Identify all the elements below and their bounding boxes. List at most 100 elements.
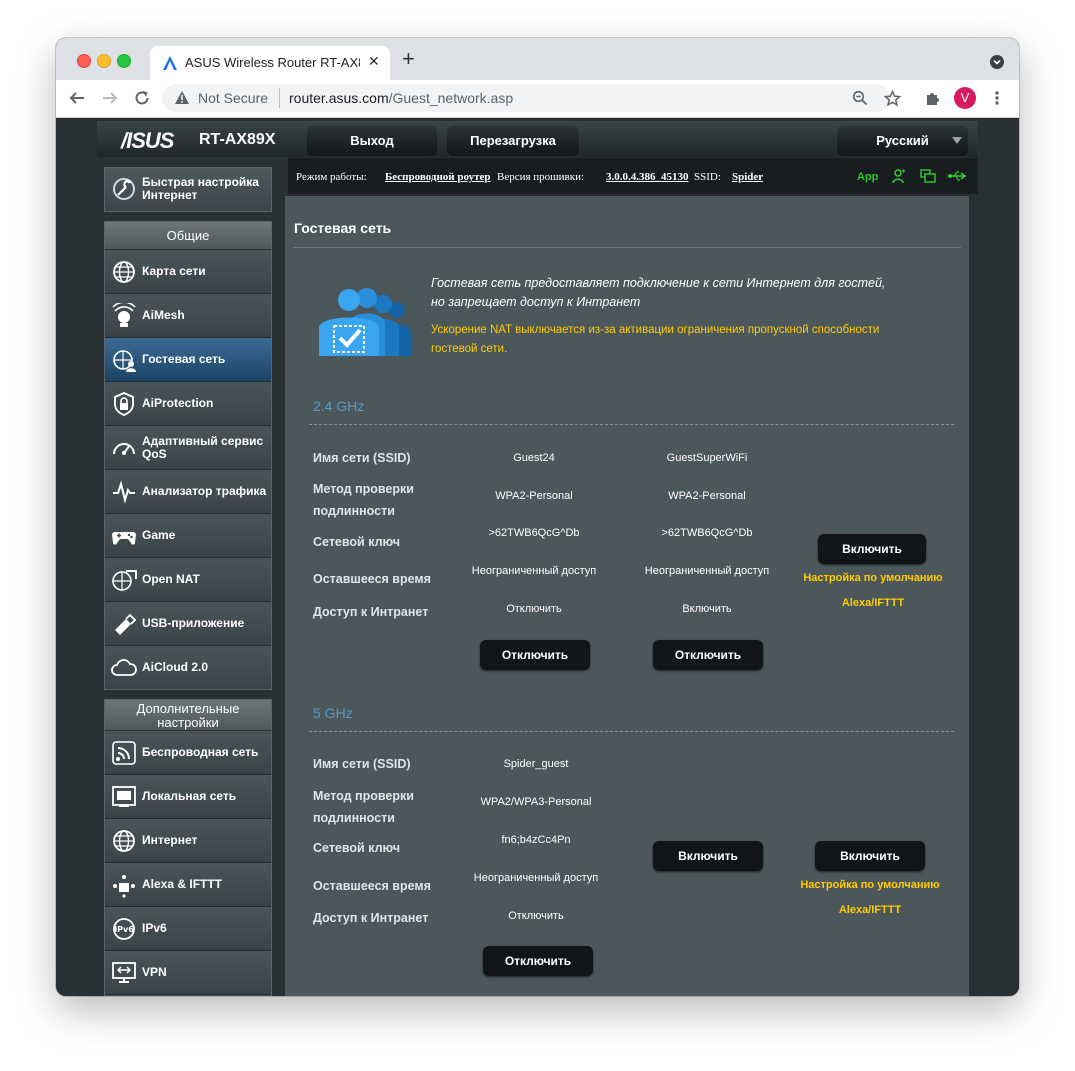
guest1-key: >62TWB6QcG^Db bbox=[488, 527, 580, 539]
logout-button[interactable]: Выход bbox=[307, 126, 437, 156]
sidebar-item-guest-network[interactable]: Гостевая сеть bbox=[105, 338, 271, 382]
band5-alexa-link[interactable]: Alexa/IFTTT bbox=[790, 904, 950, 916]
sidebar-item-vpn[interactable]: VPN bbox=[105, 951, 271, 995]
sidebar-item-lan[interactable]: Локальная сеть bbox=[105, 775, 271, 819]
sidebar-item-qos[interactable]: Адаптивный сервис QoS bbox=[105, 426, 271, 470]
sidebar-item-game[interactable]: Game bbox=[105, 514, 271, 558]
sidebar-item-network-map[interactable]: Карта сети bbox=[105, 250, 271, 294]
sidebar-item-label: VPN bbox=[142, 965, 167, 979]
vpn-icon bbox=[112, 962, 136, 983]
profile-avatar[interactable]: V bbox=[954, 87, 976, 109]
guest1-intranet: Отключить bbox=[506, 603, 562, 615]
sidebar-item-label: Анализатор трафика bbox=[142, 484, 267, 498]
guest1-ssid: Guest24 bbox=[513, 452, 555, 464]
forward-arrow-icon[interactable] bbox=[102, 90, 118, 106]
language-value: Русский bbox=[876, 133, 929, 148]
sidebar-item-usb-app[interactable]: USB-приложение bbox=[105, 602, 271, 646]
zoom-icon[interactable] bbox=[852, 90, 868, 106]
band5-default-link[interactable]: Настройка по умолчанию bbox=[790, 879, 950, 891]
guest2-disable-button[interactable]: Отключить bbox=[653, 640, 763, 670]
sidebar-item-traffic-analyzer[interactable]: Анализатор трафика bbox=[105, 470, 271, 514]
sidebar-item-wireless[interactable]: Беспроводная сеть bbox=[105, 731, 271, 775]
sidebar-item-ipv6[interactable]: IPv6 IPv6 bbox=[105, 907, 271, 951]
sidebar-item-open-nat[interactable]: Open NAT bbox=[105, 558, 271, 602]
traffic-icon bbox=[113, 480, 135, 504]
guest1-auth: WPA2-Personal bbox=[495, 490, 573, 502]
ssid-row-label: Имя сети (SSID) bbox=[313, 451, 411, 465]
language-select[interactable]: Русский bbox=[837, 126, 968, 156]
firmware-value-link[interactable]: 3.0.0.4.386_45130 bbox=[606, 171, 689, 183]
sidebar-item-aimesh[interactable]: AiMesh bbox=[105, 294, 271, 338]
gamepad-icon bbox=[112, 532, 136, 545]
close-window-button[interactable] bbox=[77, 54, 91, 68]
ssid-row-label-5g: Имя сети (SSID) bbox=[313, 757, 411, 771]
guest1-disable-button[interactable]: Отключить bbox=[480, 640, 590, 670]
sidebar-item-alexa-ifttt[interactable]: Alexa & IFTTT bbox=[105, 863, 271, 907]
quick-setup-item[interactable]: Быстрая настройка Интернет bbox=[104, 167, 272, 212]
firmware-label: Версия прошивки: bbox=[497, 171, 585, 183]
ipv6-icon: IPv6 bbox=[113, 918, 135, 940]
maximize-window-button[interactable] bbox=[117, 54, 131, 68]
reload-icon[interactable] bbox=[134, 90, 150, 106]
back-arrow-icon[interactable] bbox=[69, 90, 85, 106]
ssid-value-link[interactable]: Spider bbox=[732, 171, 763, 183]
browser-menu-icon[interactable] bbox=[994, 90, 1000, 106]
sidebar-item-label: Локальная сеть bbox=[142, 789, 237, 803]
network-devices-icon[interactable] bbox=[920, 169, 936, 184]
app-link[interactable]: App bbox=[857, 171, 878, 183]
browser-tab[interactable]: ASUS Wireless Router RT-AX89X ✕ bbox=[150, 46, 390, 80]
guest1-time: Неограниченный доступ bbox=[471, 565, 597, 577]
band-5-divider bbox=[309, 731, 954, 732]
tab-search-icon[interactable] bbox=[990, 55, 1004, 69]
intranet-row-label-5g: Доступ к Интранет bbox=[313, 911, 429, 925]
tab-close-icon[interactable]: ✕ bbox=[368, 53, 380, 70]
band24-default-link[interactable]: Настройка по умолчанию bbox=[793, 572, 953, 584]
auth-row-label-5g: Метод проверки подлинности bbox=[313, 789, 414, 825]
guest2-key: >62TWB6QcG^Db bbox=[661, 527, 753, 539]
wizard-wrench-icon bbox=[113, 178, 135, 200]
band24-enable-button[interactable]: Включить bbox=[818, 534, 926, 564]
sidebar-item-internet[interactable]: Интернет bbox=[105, 819, 271, 863]
usb-status-icon[interactable] bbox=[947, 170, 967, 182]
sidebar-item-label: Интернет bbox=[142, 833, 198, 847]
band5-enable-button-1[interactable]: Включить bbox=[653, 841, 763, 871]
status-bar: Режим работы: Беспроводной роутер Версия… bbox=[288, 158, 978, 194]
mode-value-link[interactable]: Беспроводной роутер bbox=[385, 171, 491, 183]
band24-alexa-link[interactable]: Alexa/IFTTT bbox=[793, 597, 953, 609]
router-page: /ISUS RT-AX89X Выход Перезагрузка Русски… bbox=[56, 118, 1019, 996]
title-divider bbox=[293, 247, 961, 248]
model-name: RT-AX89X bbox=[199, 131, 276, 148]
clients-person-icon[interactable] bbox=[892, 169, 906, 184]
new-tab-icon[interactable]: + bbox=[402, 48, 415, 70]
warning-triangle-icon bbox=[175, 91, 189, 104]
sidebar-item-more[interactable] bbox=[105, 995, 271, 996]
guest2-intranet: Включить bbox=[682, 603, 732, 615]
address-bar[interactable]: Not Secure router.asus.com/Guest_network… bbox=[162, 84, 890, 112]
svg-text:IPv6: IPv6 bbox=[114, 925, 134, 934]
ssid-label: SSID: bbox=[694, 171, 721, 183]
time-row-label-5g: Оставшееся время bbox=[313, 879, 431, 893]
router-banner: /ISUS RT-AX89X Выход Перезагрузка Русски… bbox=[97, 121, 978, 157]
url-text[interactable]: router.asus.com/Guest_network.asp bbox=[289, 90, 513, 106]
sidebar: Быстрая настройка Интернет Общие Карта с… bbox=[104, 167, 272, 996]
intro-text: Гостевая сеть предоставляет подключение … bbox=[431, 276, 886, 309]
sidebar-item-aicloud[interactable]: AiCloud 2.0 bbox=[105, 646, 271, 689]
asus-favicon-icon bbox=[163, 56, 177, 70]
band5-enable-button-2[interactable]: Включить bbox=[815, 841, 925, 871]
general-menu: Общие Карта сети AiMesh Гостевая сеть Ai… bbox=[104, 221, 272, 690]
sidebar-item-label: Open NAT bbox=[142, 572, 200, 586]
internet-globe-icon bbox=[113, 830, 135, 852]
intranet-row-label: Доступ к Интранет bbox=[313, 605, 429, 619]
minimize-window-button[interactable] bbox=[97, 54, 111, 68]
extensions-puzzle-icon[interactable] bbox=[925, 90, 941, 106]
sidebar-item-label: Беспроводная сеть bbox=[142, 745, 259, 759]
bookmark-star-icon[interactable] bbox=[884, 90, 901, 107]
guest5-disable-button[interactable]: Отключить bbox=[483, 946, 593, 976]
sidebar-item-aiprotection[interactable]: AiProtection bbox=[105, 382, 271, 426]
quick-setup-label: Быстрая настройка Интернет bbox=[142, 175, 259, 202]
advanced-menu-header: Дополнительные настройки bbox=[105, 700, 271, 731]
alexa-icon bbox=[113, 875, 135, 898]
sidebar-item-label: Game bbox=[142, 528, 176, 542]
tab-title: ASUS Wireless Router RT-AX89X bbox=[185, 55, 360, 70]
reboot-button[interactable]: Перезагрузка bbox=[447, 126, 579, 156]
